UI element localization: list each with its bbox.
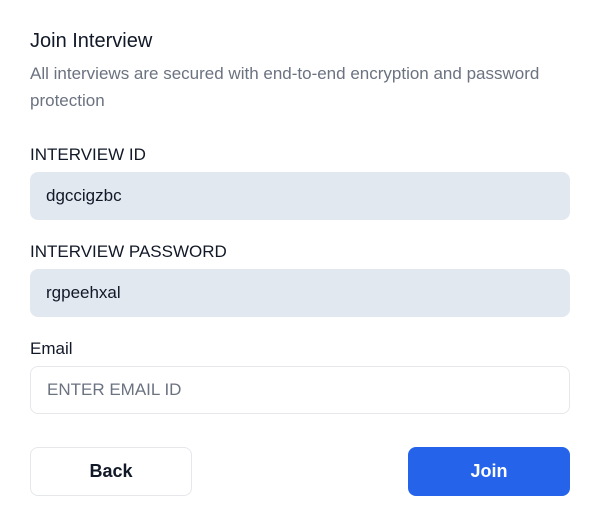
interview-id-input[interactable] <box>30 172 570 220</box>
page-subtitle: All interviews are secured with end-to-e… <box>30 64 540 110</box>
interview-password-label: INTERVIEW PASSWORD <box>30 242 227 261</box>
email-input[interactable] <box>30 366 570 414</box>
interview-password-input[interactable] <box>30 269 570 317</box>
interview-id-label: INTERVIEW ID <box>30 145 146 164</box>
email-label: Email <box>30 339 73 358</box>
join-button[interactable]: Join <box>408 447 570 496</box>
page-title: Join Interview <box>30 30 153 52</box>
back-button[interactable]: Back <box>30 447 192 496</box>
